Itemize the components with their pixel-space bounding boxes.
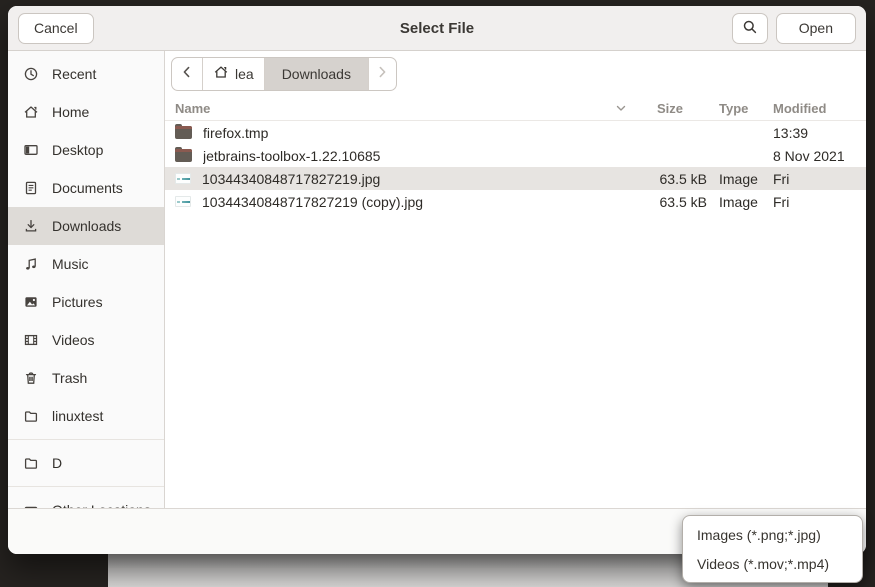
- file-modified: 13:39: [773, 125, 866, 141]
- file-size: 63.5 kB: [637, 171, 707, 187]
- home-icon: [213, 64, 229, 83]
- documents-icon: [23, 180, 39, 196]
- sidebar-item-desktop[interactable]: Desktop: [8, 131, 164, 169]
- home-icon: [23, 104, 39, 120]
- file-modified: Fri: [773, 194, 866, 210]
- sidebar-item-label: Recent: [52, 66, 96, 82]
- filter-menu-item[interactable]: Images (*.png;*.jpg): [683, 520, 862, 549]
- path-segment-current[interactable]: Downloads: [265, 58, 369, 90]
- file-row[interactable]: firefox.tmp 13:39: [165, 121, 866, 144]
- path-back-button[interactable]: [172, 58, 203, 90]
- file-name: jetbrains-toolbox-1.22.10685: [203, 148, 380, 164]
- sidebar-item-linuxtest[interactable]: linuxtest: [8, 397, 164, 435]
- sidebar-item-label: D: [52, 455, 62, 471]
- file-name: 10344340848717827219.jpg: [202, 171, 380, 187]
- recent-clock-icon: [23, 66, 39, 82]
- dialog-body: Recent Home Desktop Documents Downloads …: [8, 51, 866, 508]
- column-header-size[interactable]: Size: [637, 101, 707, 116]
- column-header-type[interactable]: Type: [707, 101, 773, 116]
- desktop-icon: [23, 142, 39, 158]
- cancel-button[interactable]: Cancel: [18, 13, 94, 44]
- sidebar-separator: [8, 439, 164, 440]
- file-browser-pane: lea Downloads Name: [165, 51, 866, 508]
- dialog-headerbar: Cancel Select File Open: [8, 6, 866, 51]
- sidebar-item-other-locations[interactable]: Other Locations: [8, 491, 164, 508]
- sidebar-item-home[interactable]: Home: [8, 93, 164, 131]
- file-filter-menu: Images (*.png;*.jpg)Videos (*.mov;*.mp4): [682, 515, 863, 583]
- open-button[interactable]: Open: [776, 13, 856, 44]
- file-list: firefox.tmp 13:39 jetbrains-toolbox-1.22…: [165, 121, 866, 508]
- sidebar-item-label: linuxtest: [52, 408, 103, 424]
- path-segment-label: Downloads: [282, 66, 351, 82]
- chevron-right-icon: [374, 64, 390, 83]
- sidebar-item-label: Documents: [52, 180, 123, 196]
- sidebar-item-pictures[interactable]: Pictures: [8, 283, 164, 321]
- sidebar-item-label: Downloads: [52, 218, 121, 234]
- column-header-modified[interactable]: Modified: [773, 101, 866, 116]
- chevron-left-icon: [179, 64, 195, 83]
- path-bar-row: lea Downloads: [165, 51, 866, 96]
- folder-icon: [175, 149, 192, 162]
- column-headers: Name Size Type Modified: [165, 96, 866, 121]
- path-segment-home[interactable]: lea: [203, 58, 265, 90]
- file-name: firefox.tmp: [203, 125, 268, 141]
- sidebar-item-label: Home: [52, 104, 89, 120]
- file-type: Image: [707, 171, 773, 187]
- folder-icon: [175, 126, 192, 139]
- path-segment-label: lea: [235, 66, 254, 82]
- file-type: Image: [707, 194, 773, 210]
- sidebar-item-music[interactable]: Music: [8, 245, 164, 283]
- search-button[interactable]: [732, 13, 768, 44]
- file-row[interactable]: 10344340848717827219 (copy).jpg 63.5 kB …: [165, 190, 866, 213]
- column-label: Name: [175, 101, 210, 116]
- sidebar-item-label: Music: [52, 256, 89, 272]
- file-size: 63.5 kB: [637, 194, 707, 210]
- music-icon: [23, 256, 39, 272]
- breadcrumb: lea Downloads: [171, 57, 397, 91]
- folder-icon: [23, 408, 39, 424]
- sidebar-item-d[interactable]: D: [8, 444, 164, 482]
- filter-menu-item[interactable]: Videos (*.mov;*.mp4): [683, 549, 862, 578]
- trash-icon: [23, 370, 39, 386]
- sidebar-item-label: Trash: [52, 370, 87, 386]
- downloads-icon: [23, 218, 39, 234]
- dialog-title: Select File: [400, 20, 474, 37]
- sidebar-item-label: Pictures: [52, 294, 103, 310]
- sort-chevron-icon[interactable]: [613, 100, 629, 116]
- places-sidebar: Recent Home Desktop Documents Downloads …: [8, 51, 165, 508]
- headerbar-actions: Open: [732, 13, 856, 44]
- file-chooser-dialog: Cancel Select File Open Recent Home Desk…: [8, 6, 866, 554]
- sidebar-item-recent[interactable]: Recent: [8, 55, 164, 93]
- sidebar-item-downloads[interactable]: Downloads: [8, 207, 164, 245]
- pictures-icon: [23, 294, 39, 310]
- file-modified: 8 Nov 2021: [773, 148, 866, 164]
- file-row[interactable]: jetbrains-toolbox-1.22.10685 8 Nov 2021: [165, 144, 866, 167]
- sidebar-item-videos[interactable]: Videos: [8, 321, 164, 359]
- sidebar-separator: [8, 486, 164, 487]
- image-thumbnail-icon: [175, 196, 191, 207]
- file-name: 10344340848717827219 (copy).jpg: [202, 194, 423, 210]
- file-modified: Fri: [773, 171, 866, 187]
- sidebar-item-label: Videos: [52, 332, 95, 348]
- path-forward-button[interactable]: [369, 58, 396, 90]
- file-row[interactable]: 10344340848717827219.jpg 63.5 kB Image F…: [165, 167, 866, 190]
- search-icon: [742, 19, 758, 38]
- sidebar-item-trash[interactable]: Trash: [8, 359, 164, 397]
- folder-icon: [23, 455, 39, 471]
- sidebar-item-label: Desktop: [52, 142, 103, 158]
- image-thumbnail-icon: [175, 173, 191, 184]
- column-header-name[interactable]: Name: [165, 100, 637, 116]
- videos-icon: [23, 332, 39, 348]
- sidebar-item-documents[interactable]: Documents: [8, 169, 164, 207]
